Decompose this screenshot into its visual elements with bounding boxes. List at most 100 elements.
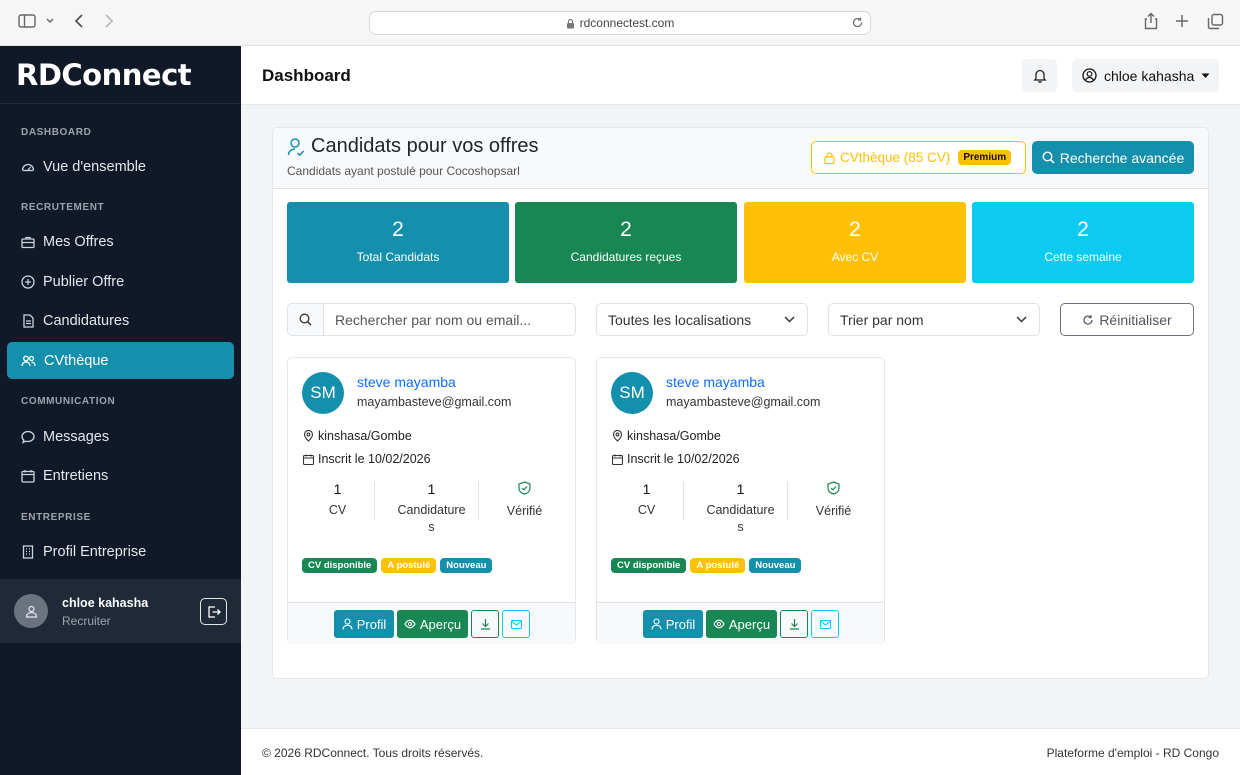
sidebar-user-name: chloe kahasha: [62, 596, 149, 610]
sidebar-item-label: Publier Offre: [43, 273, 125, 290]
applications-count: 1: [427, 481, 436, 497]
preview-button-label: Aperçu: [728, 616, 771, 632]
chevron-down-icon: [1016, 316, 1027, 323]
sidebar-item-label: Vue d'ensemble: [43, 158, 146, 175]
stat-value: 2: [1077, 218, 1089, 241]
preview-button[interactable]: Aperçu: [706, 610, 777, 638]
candidate-name[interactable]: steve mayamba: [666, 374, 765, 390]
reset-button-label: Réinitialiser: [1099, 311, 1172, 328]
badge-new: Nouveau: [749, 558, 802, 573]
cvtheque-button-label: CVthèque (85 CV): [840, 150, 951, 165]
page-title: Dashboard: [262, 66, 351, 85]
stat-with-cv: 2 Avec CV: [744, 202, 966, 283]
sidebar-item-label: Mes Offres: [43, 233, 114, 250]
applications-count: 1: [736, 481, 745, 497]
page-footer: © 2026 RDConnect. Tous droits réservés. …: [241, 728, 1240, 775]
profile-button[interactable]: Profil: [334, 610, 394, 638]
reload-icon[interactable]: [851, 16, 864, 29]
people-icon: [21, 354, 36, 368]
sidebar-item-publish-offer[interactable]: Publier Offre: [7, 263, 234, 300]
sidebar-item-my-offers[interactable]: Mes Offres: [7, 223, 234, 260]
calendar-icon: [303, 454, 314, 465]
lock-icon: [566, 18, 575, 29]
avatar[interactable]: [14, 594, 48, 628]
applications-count-label-wrap: s: [737, 520, 744, 534]
back-icon[interactable]: [73, 13, 85, 29]
logout-icon: [207, 605, 221, 619]
candidate-name[interactable]: steve mayamba: [357, 374, 456, 390]
user-circle-icon: [1082, 68, 1097, 83]
cvtheque-button[interactable]: CVthèque (85 CV) Premium: [811, 141, 1026, 174]
forward-icon[interactable]: [103, 13, 115, 29]
tabs-overview-icon[interactable]: [1207, 13, 1224, 30]
share-icon[interactable]: [1143, 12, 1159, 30]
candidate-location: kinshasa/Gombe: [612, 429, 721, 443]
refresh-icon: [1082, 314, 1094, 326]
location-select-value: Toutes les localisations: [608, 311, 752, 328]
candidates-card: Candidats pour vos offres Candidats ayan…: [272, 127, 1209, 679]
eye-icon: [404, 619, 416, 629]
verified-stat: Vérifié: [478, 481, 571, 518]
sidebar-item-overview[interactable]: Vue d'ensemble: [7, 148, 234, 185]
brand-logo[interactable]: RDConnect: [0, 46, 241, 104]
new-tab-icon[interactable]: [1175, 14, 1189, 28]
browser-toolbar: rdconnectest.com: [0, 0, 1240, 46]
email-button[interactable]: [811, 610, 839, 638]
download-button[interactable]: [780, 610, 808, 638]
shield-check-icon: [827, 481, 840, 495]
divider: [374, 482, 375, 520]
sidebar-item-messages[interactable]: Messages: [7, 418, 234, 455]
profile-button-label: Profil: [665, 616, 696, 632]
location-select[interactable]: Toutes les localisations: [596, 303, 808, 336]
email-button[interactable]: [502, 610, 530, 638]
avatar: SM: [302, 372, 344, 414]
section-label-recruitment: RECRUTEMENT: [21, 202, 105, 213]
logout-button[interactable]: [200, 598, 227, 625]
applications-count-stat: 1 Candidature s: [385, 481, 478, 534]
sidebar-item-label: Messages: [43, 428, 110, 445]
sidebar-item-company-profile[interactable]: Profil Entreprise: [7, 533, 234, 570]
chevron-down-icon: [784, 316, 795, 323]
advanced-search-button[interactable]: Recherche avancée: [1032, 141, 1194, 174]
sort-select[interactable]: Trier par nom: [828, 303, 1040, 336]
applications-count-stat: 1 Candidature s: [694, 481, 787, 534]
download-button[interactable]: [471, 610, 499, 638]
candidate-actions: Profil Aperçu: [597, 602, 884, 644]
candidate-email: mayambasteve@gmail.com: [666, 395, 821, 409]
sidebar-item-interviews[interactable]: Entretiens: [7, 457, 234, 494]
address-bar[interactable]: rdconnectest.com: [369, 11, 871, 35]
sidebar-toggle-icon[interactable]: [18, 13, 36, 29]
sidebar-item-label: CVthèque: [44, 352, 109, 369]
building-icon: [21, 544, 35, 559]
search-icon: [1042, 151, 1055, 164]
stat-label: Candidatures reçues: [570, 250, 682, 264]
section-label-company: ENTREPRISE: [21, 512, 91, 523]
badge-cv-available: CV disponible: [302, 558, 378, 573]
candidate-location-text: kinshasa/Gombe: [318, 429, 412, 443]
cv-count-stat: 1 CV: [291, 481, 384, 517]
sidebar-item-applications[interactable]: Candidatures: [7, 302, 234, 339]
sidebar-user-role: Recruiter: [62, 614, 111, 628]
card-subtitle: Candidats ayant postulé pour Cocoshopsar…: [287, 164, 520, 178]
reset-button[interactable]: Réinitialiser: [1060, 303, 1194, 336]
sidebar-item-cvtheque[interactable]: CVthèque: [7, 342, 234, 379]
stat-label: Cette semaine: [1044, 250, 1122, 264]
candidate-registered-text: Inscrit le 10/02/2026: [318, 452, 431, 466]
notifications-button[interactable]: [1022, 59, 1057, 92]
candidate-card: SM steve mayamba mayambasteve@gmail.com …: [287, 357, 576, 644]
user-dropdown[interactable]: chloe kahasha: [1072, 59, 1219, 92]
stat-label: Avec CV: [831, 250, 879, 264]
cv-count: 1: [333, 481, 342, 497]
sidebar-item-label: Candidatures: [43, 312, 130, 329]
profile-button[interactable]: Profil: [643, 610, 703, 638]
calendar-icon: [612, 454, 623, 465]
cv-count: 1: [642, 481, 651, 497]
applications-count-label: Candidature: [706, 503, 775, 517]
premium-badge: Premium: [958, 150, 1012, 165]
document-icon: [21, 313, 35, 328]
verified-label: Vérifié: [506, 504, 543, 518]
stat-value: 2: [392, 218, 404, 241]
chevron-down-icon[interactable]: [45, 16, 55, 26]
search-input[interactable]: [324, 311, 564, 328]
preview-button[interactable]: Aperçu: [397, 610, 468, 638]
